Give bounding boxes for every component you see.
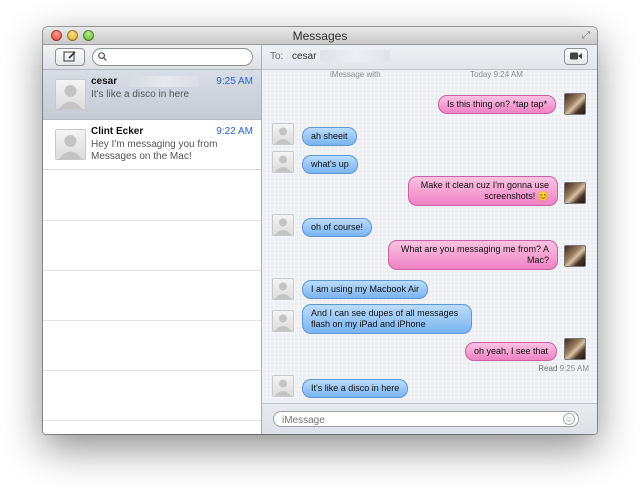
message-bubble-outgoing[interactable]: Is this thing on? *tap tap* <box>438 95 557 114</box>
search-icon <box>98 52 107 61</box>
list-divider <box>43 270 261 271</box>
person-placeholder-icon <box>275 314 291 331</box>
recipient-name[interactable]: cesar <box>292 51 316 62</box>
person-placeholder-icon <box>275 379 291 396</box>
compose-button[interactable] <box>55 48 85 66</box>
conversation-sidebar: cesar 9:25 AM It's like a disco in here … <box>43 45 262 434</box>
list-divider <box>43 320 261 321</box>
person-placeholder-icon <box>59 85 82 109</box>
conversation-header-service: iMessage with <box>330 70 381 79</box>
read-label: Read <box>538 364 558 373</box>
avatar <box>272 151 294 173</box>
message-text: Make it clean cuz I'm gonna use screensh… <box>420 180 549 201</box>
message-bubble-incoming[interactable]: what's up <box>302 155 358 174</box>
read-time: 9:25 AM <box>559 364 589 373</box>
conversation-time: 9:22 AM <box>216 126 253 137</box>
avatar <box>564 338 586 360</box>
message-bubble-outgoing[interactable]: oh yeah, I see that <box>465 342 558 361</box>
message-bubble-incoming[interactable]: It's like a disco in here <box>302 379 409 398</box>
search-input[interactable] <box>111 50 249 65</box>
window-title: Messages <box>292 29 348 43</box>
conversation-preview: It's like a disco in here <box>91 89 190 100</box>
compose-icon <box>63 51 76 62</box>
message-bubble-incoming[interactable]: ah sheeit <box>302 127 357 146</box>
message-bubble-outgoing[interactable]: What are you messaging me from? A Mac? <box>388 240 558 270</box>
person-placeholder-icon <box>275 282 291 299</box>
conversation-preview: Hey I'm messaging you from Messages on t… <box>91 139 218 162</box>
message-bubble-outgoing[interactable]: Make it clean cuz I'm gonna use screensh… <box>408 176 558 206</box>
conversation-item-clint-ecker[interactable]: Clint Ecker 9:22 AM Hey I'm messaging yo… <box>43 120 261 170</box>
title-bar[interactable]: Messages ⤢ <box>43 27 597 45</box>
list-divider <box>43 220 261 221</box>
avatar <box>564 93 586 115</box>
video-camera-icon <box>570 52 582 60</box>
redacted-recipient <box>320 50 390 62</box>
avatar <box>272 214 294 236</box>
person-placeholder-icon <box>275 127 291 144</box>
conversation-header-time: Today 9:24 AM <box>470 70 523 79</box>
recipient-bar: To: cesar <box>262 45 597 70</box>
emoji-icon: 😊 <box>537 191 549 201</box>
message-input[interactable] <box>280 413 554 427</box>
video-call-button[interactable] <box>564 48 588 65</box>
avatar <box>272 310 294 332</box>
list-divider <box>43 420 261 421</box>
list-divider <box>43 370 261 371</box>
message-input-field[interactable]: ☺ <box>273 411 579 427</box>
avatar <box>272 375 294 397</box>
message-bubble-incoming[interactable]: And I can see dupes of all messages flas… <box>302 304 472 334</box>
read-receipt: Read 9:25 AM <box>538 364 589 373</box>
avatar <box>272 278 294 300</box>
fullscreen-icon[interactable]: ⤢ <box>582 30 590 41</box>
person-placeholder-icon <box>275 218 291 235</box>
conversation-name: Clint Ecker <box>91 126 144 137</box>
avatar <box>564 245 586 267</box>
avatar <box>55 129 86 160</box>
conversation-time: 9:25 AM <box>216 76 253 87</box>
avatar <box>272 123 294 145</box>
message-bubble-incoming[interactable]: oh of course! <box>302 218 373 237</box>
message-compose-bar: ☺ <box>262 403 597 434</box>
person-placeholder-icon <box>275 155 291 172</box>
avatar <box>55 79 86 110</box>
search-field[interactable] <box>92 48 253 66</box>
avatar <box>564 182 586 204</box>
conversation-item-cesar[interactable]: cesar 9:25 AM It's like a disco in here <box>43 70 261 120</box>
chat-pane: To: cesar iMessage with Today 9:24 AM Is… <box>262 45 597 434</box>
redacted-name <box>129 76 199 87</box>
sidebar-toolbar <box>43 45 261 70</box>
message-bubble-incoming[interactable]: I am using my Macbook Air <box>302 280 429 299</box>
conversation-name: cesar <box>91 76 118 87</box>
person-placeholder-icon <box>59 135 82 159</box>
emoji-icon[interactable]: ☺ <box>563 413 575 425</box>
messages-window: Messages ⤢ cesar 9:25 AM It's like a dis… <box>43 27 597 434</box>
to-label: To: <box>270 51 284 62</box>
